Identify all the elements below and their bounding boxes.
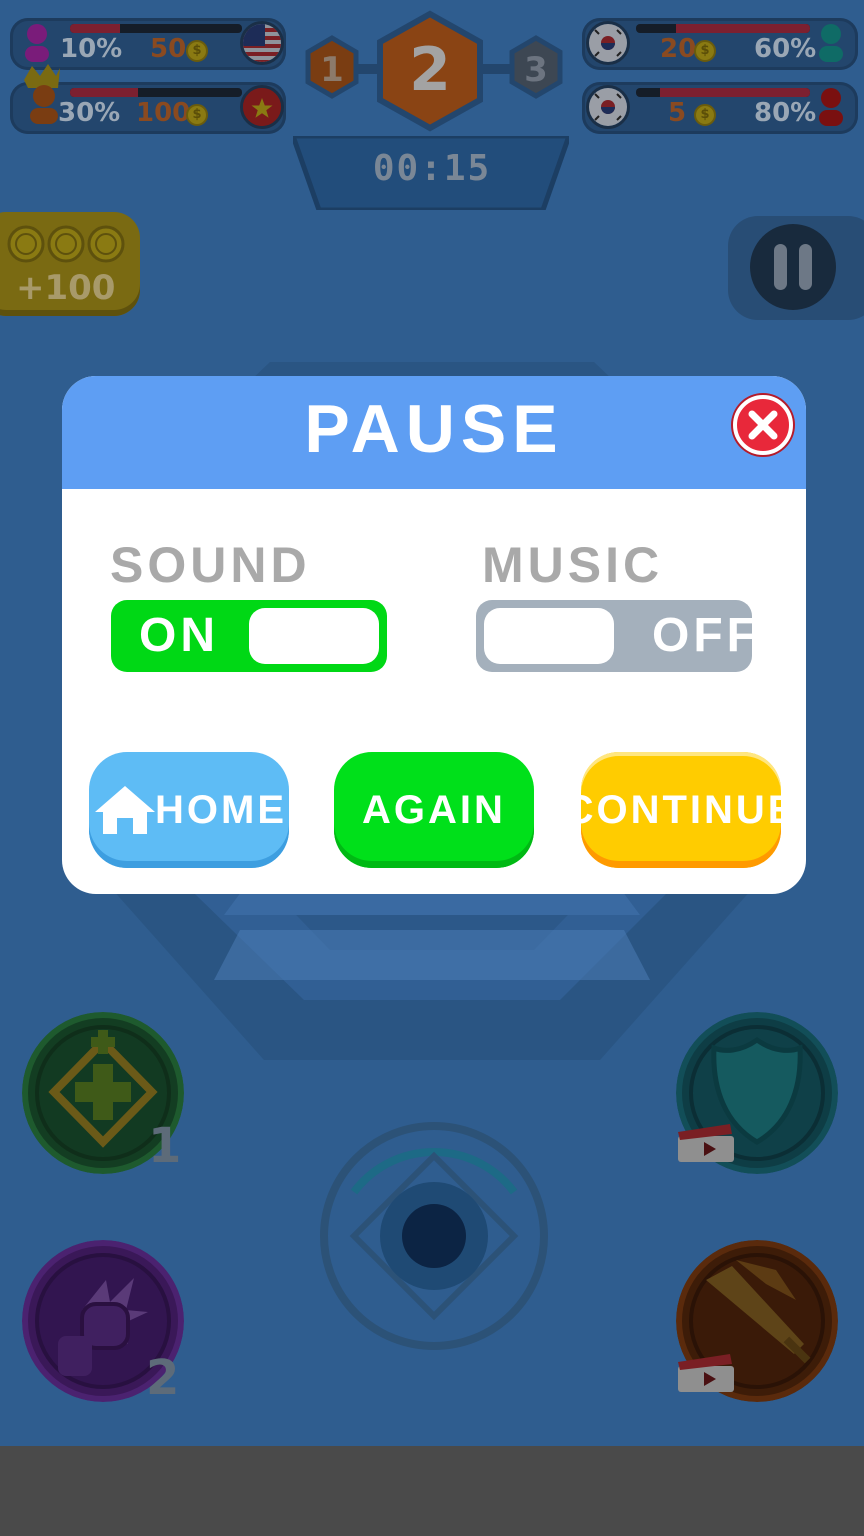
player-percent: 10% — [60, 34, 123, 64]
music-toggle-knob — [484, 608, 614, 664]
coin-icon: $ — [694, 104, 716, 126]
watch-ad-icon[interactable] — [676, 1350, 736, 1394]
home-button-label: HOME — [155, 787, 287, 832]
power-ability-count: 2 — [146, 1350, 180, 1406]
timer-text: 00:15 — [372, 148, 492, 189]
bonus-amount: +100 — [16, 268, 116, 308]
sound-toggle[interactable]: ON — [111, 600, 387, 672]
player-coins: 20 — [660, 34, 697, 64]
again-button[interactable]: AGAIN — [334, 752, 534, 868]
heal-ability-count: 1 — [148, 1118, 182, 1174]
continue-button[interactable]: CONTINUE — [564, 752, 798, 868]
coin-stack-icon — [7, 225, 125, 263]
coin-icon: $ — [186, 40, 208, 62]
player-health-bar — [70, 24, 242, 33]
stage-1-label: 1 — [320, 50, 344, 90]
music-toggle[interactable]: OFF — [476, 600, 756, 672]
dialog-title: PAUSE — [304, 391, 564, 467]
player-coins: 100 — [136, 98, 191, 128]
watch-ad-icon[interactable] — [676, 1120, 736, 1164]
joystick[interactable] — [320, 1122, 548, 1350]
close-icon — [748, 410, 778, 440]
teal-person-icon — [819, 24, 843, 62]
joystick-ring — [349, 1148, 519, 1321]
music-toggle-state: OFF — [652, 609, 760, 662]
magenta-person-icon — [25, 24, 49, 62]
player-card-4: 5 $ 80% — [582, 82, 858, 134]
sound-toggle-knob — [249, 608, 379, 664]
player-card-2: 30% 100 $ — [10, 64, 286, 134]
sound-toggle-state: ON — [139, 609, 219, 662]
player-coins: 5 — [668, 98, 687, 128]
korea-flag-icon — [586, 21, 630, 65]
coin-icon: $ — [694, 40, 716, 62]
player-percent: 80% — [754, 98, 817, 128]
player-percent: 30% — [58, 98, 121, 128]
stage-current-label: 2 — [409, 35, 451, 105]
home-button[interactable]: HOME — [89, 752, 289, 868]
stage-3-label: 3 — [524, 50, 548, 90]
again-button-label: AGAIN — [362, 787, 506, 832]
korea-flag-icon — [586, 85, 630, 129]
player-percent: 60% — [754, 34, 817, 64]
player-card-3: 20 $ 60% — [582, 18, 858, 70]
player-health-bar — [70, 88, 242, 97]
pause-button[interactable] — [750, 224, 836, 310]
sound-label: SOUND — [110, 537, 311, 593]
continue-button-label: CONTINUE — [564, 787, 798, 832]
close-button[interactable] — [733, 395, 793, 455]
music-label: MUSIC — [482, 537, 664, 593]
usa-flag-icon — [240, 21, 284, 65]
player-health-bar — [636, 88, 810, 97]
player-coins: 50 — [150, 34, 187, 64]
red-person-icon — [819, 88, 843, 126]
coin-icon: $ — [186, 104, 208, 126]
player-health-bar — [636, 24, 810, 33]
vietnam-flag-icon — [240, 85, 284, 129]
